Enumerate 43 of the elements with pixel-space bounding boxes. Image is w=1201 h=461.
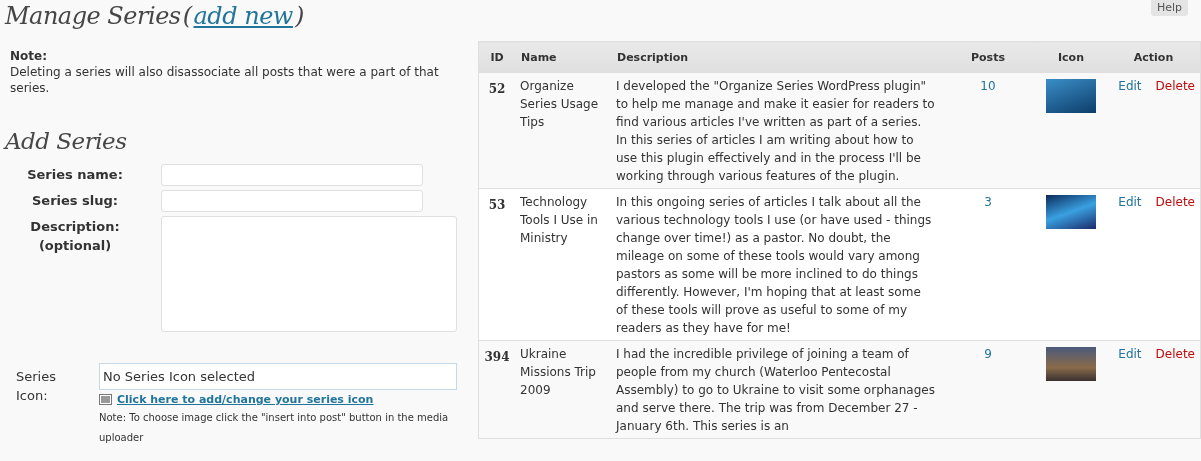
add-icon-link[interactable]: Click here to add/change your series icon — [117, 393, 374, 406]
help-button[interactable]: Help — [1150, 0, 1188, 16]
table-cell: 53 — [478, 188, 515, 341]
delete-link[interactable]: Delete — [1155, 79, 1195, 93]
note-text: Deleting a series will also disassociate all posts that were a part of that series. — [10, 64, 440, 96]
column-header: Action — [1107, 41, 1201, 73]
posts-link[interactable]: 3 — [984, 195, 992, 209]
column-header: Posts — [941, 41, 1035, 73]
edit-link[interactable]: Edit — [1118, 79, 1142, 93]
paren-text: ) — [294, 2, 304, 30]
field-label: Series Icon: — [16, 368, 57, 405]
field-label: Series name: — [26, 166, 124, 184]
paren-text: ( — [182, 2, 192, 30]
field-label: Description: (optional) — [29, 218, 121, 255]
posts-link[interactable]: 10 — [980, 79, 996, 93]
table-cell: I had the incredible privilege of joining a team of people from my church (Waterloo Pentecostal Assembly) to go to Ukraine to visit some orphanages and serve there. The trip was from December 27 - January 6th. This series is an — [611, 340, 941, 439]
page-title: Manage Series — [5, 2, 181, 30]
description-field[interactable] — [161, 216, 457, 332]
photo-placeholder — [1046, 347, 1096, 381]
photo-placeholder — [1046, 79, 1096, 113]
delete-link[interactable]: Delete — [1155, 347, 1195, 361]
field-label: Series slug: — [30, 192, 120, 210]
column-header: ID — [478, 41, 515, 73]
table-cell: Ukraine Missions Trip 2009 — [515, 340, 611, 439]
icon-field[interactable]: No Series Icon selected — [99, 363, 457, 390]
photo-placeholder — [1046, 195, 1096, 229]
column-header: Icon — [1035, 41, 1107, 73]
image-icon — [99, 394, 112, 405]
edit-link[interactable]: Edit — [1118, 195, 1142, 209]
text-field[interactable] — [161, 190, 423, 212]
delete-link[interactable]: Delete — [1155, 195, 1195, 209]
table-cell: 394 — [478, 340, 515, 439]
icon-note: Note: To choose image click the "insert into post" button in the media uploader — [99, 411, 450, 445]
edit-link[interactable]: Edit — [1118, 347, 1142, 361]
table-cell: In this ongoing series of articles I talk about all the various technology tools I use (or have used - things change over time!) as a pastor. No doubt, the mileage on some of these tools would vary among pastors as some will be more inclined to do things differently. However, I'm hoping that at least some of these tools will prove as useful to some of my readers as they have for me! — [611, 188, 941, 341]
add-new-link[interactable]: add new — [193, 2, 293, 30]
text-field[interactable] — [161, 164, 423, 186]
column-header: Name — [515, 41, 611, 73]
column-header: Description — [611, 41, 941, 73]
posts-link[interactable]: 9 — [984, 347, 992, 361]
section-title: Add Series — [5, 128, 128, 154]
note-label: Note: — [10, 48, 48, 64]
table-cell: Technology Tools I Use in Ministry — [515, 188, 611, 341]
